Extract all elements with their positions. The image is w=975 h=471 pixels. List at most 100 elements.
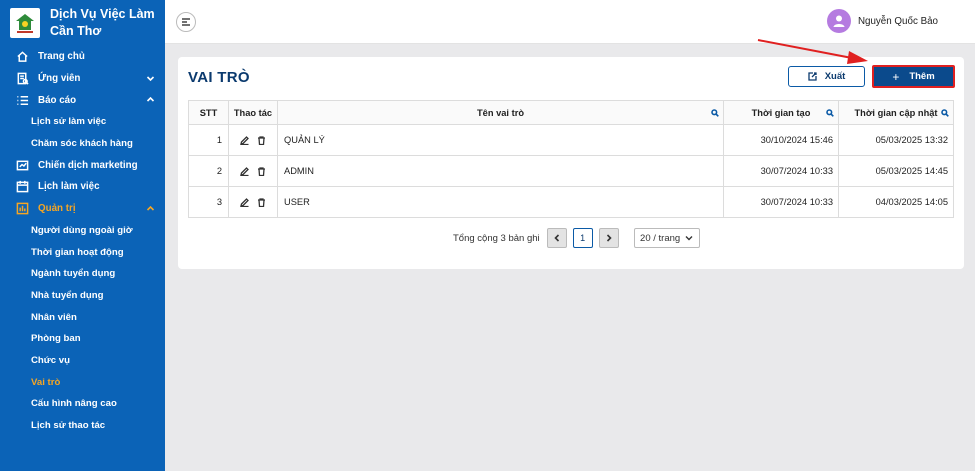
chevron-down-icon: [685, 236, 693, 241]
row-stt: 1: [188, 124, 229, 156]
column-header-label: Thời gian cập nhật: [854, 107, 938, 118]
user-icon: [833, 15, 845, 27]
row-name: QUẢN LÝ: [277, 124, 724, 156]
row-created: 30/10/2024 15:46: [723, 124, 839, 156]
sidebar-item-label: Chiến dịch marketing: [38, 159, 138, 171]
avatar: [826, 9, 851, 33]
column-header-actions: Thao tác: [228, 100, 278, 125]
menu-toggle-button[interactable]: [176, 12, 196, 32]
sidebar-item-label: Trang chủ: [38, 51, 85, 63]
chevron-up-icon: [146, 204, 155, 213]
sidebar-item-label: Báo cáo: [38, 94, 77, 106]
brand-name: Dịch Vụ Việc Làm Cần Thơ: [50, 6, 155, 40]
sidebar-subitem-employers[interactable]: Nhà tuyển dụng: [0, 285, 165, 307]
row-created: 30/07/2024 10:33: [723, 155, 839, 187]
row-created: 30/07/2024 10:33: [723, 186, 839, 218]
chevron-right-icon: [606, 234, 612, 242]
edit-icon[interactable]: [240, 136, 249, 146]
column-header-label: Tên vai trò: [476, 107, 524, 118]
user-name: Nguyễn Quốc Bảo: [857, 15, 938, 27]
sidebar-subitem-operating-hours[interactable]: Thời gian hoạt động: [0, 241, 165, 263]
table-row: 3 USER 30/07/2024 10:33 04/03/2025 14:05: [188, 186, 954, 218]
brand-name-line1: Dịch Vụ Việc Làm: [50, 7, 155, 21]
pagination-total: Tổng cộng 3 bản ghi: [453, 232, 540, 244]
sidebar-nav: Trang chủ Ứng viên Báo cáo Lịch sử làm v…: [0, 46, 165, 436]
row-stt: 2: [188, 155, 229, 187]
delete-icon[interactable]: [257, 136, 266, 146]
column-header-label: Thời gian tạo: [751, 107, 811, 118]
row-updated: 05/03/2025 14:45: [838, 155, 954, 187]
sidebar-item-marketing[interactable]: Chiến dịch marketing: [0, 154, 165, 176]
page-title: VAI TRÒ: [188, 69, 250, 86]
row-stt: 3: [188, 186, 229, 218]
edit-icon[interactable]: [240, 167, 249, 177]
column-header-created[interactable]: Thời gian tạo: [723, 100, 839, 125]
column-header-name[interactable]: Tên vai trò: [277, 100, 724, 125]
add-button[interactable]: + Thêm: [872, 65, 955, 88]
roles-table: STT Thao tác Tên vai trò Thời gian tạo T…: [188, 100, 954, 218]
brand[interactable]: Dịch Vụ Việc Làm Cần Thơ: [0, 0, 165, 44]
sidebar-subitem-positions[interactable]: Chức vụ: [0, 350, 165, 372]
sidebar-item-reports[interactable]: Báo cáo: [0, 89, 165, 111]
sidebar-subitem-action-history[interactable]: Lịch sử thao tác: [0, 415, 165, 437]
row-actions: [228, 124, 278, 156]
column-header-stt: STT: [188, 100, 229, 125]
delete-icon[interactable]: [257, 167, 266, 177]
sidebar-subitem-overtime-users[interactable]: Người dùng ngoài giờ: [0, 220, 165, 242]
top-header: Nguyễn Quốc Bảo: [165, 0, 975, 44]
column-header-updated[interactable]: Thời gian cập nhật: [838, 100, 954, 125]
sidebar-item-label: Lịch làm việc: [38, 181, 100, 193]
table-row: 2 ADMIN 30/07/2024 10:33 05/03/2025 14:4…: [188, 155, 954, 187]
roles-card: VAI TRÒ Xuất + Thêm STT Thao tác Tên vai…: [178, 57, 964, 269]
chevron-left-icon: [553, 234, 559, 242]
sidebar-subitem-work-history[interactable]: Lịch sử làm việc: [0, 111, 165, 133]
row-actions: [228, 186, 278, 218]
calendar-icon: [15, 180, 29, 194]
brand-name-line2: Cần Thơ: [50, 24, 102, 38]
menu-icon: [182, 18, 190, 26]
sidebar-subitem-roles[interactable]: Vai trò: [0, 371, 165, 393]
sidebar-subitem-customer-care[interactable]: Chăm sóc khách hàng: [0, 133, 165, 155]
row-actions: [228, 155, 278, 187]
sidebar-item-admin[interactable]: Quản trị: [0, 198, 165, 220]
export-button[interactable]: Xuất: [788, 66, 865, 87]
table-header-row: STT Thao tác Tên vai trò Thời gian tạo T…: [188, 100, 954, 125]
list-icon: [15, 93, 29, 107]
search-icon[interactable]: [826, 109, 834, 117]
row-updated: 05/03/2025 13:32: [838, 124, 954, 156]
row-name: USER: [277, 186, 724, 218]
marketing-icon: [15, 158, 29, 172]
sidebar-item-schedule[interactable]: Lịch làm việc: [0, 176, 165, 198]
sidebar-item-home[interactable]: Trang chủ: [0, 46, 165, 68]
sidebar-subitem-advanced-config[interactable]: Cấu hình nâng cao: [0, 393, 165, 415]
sidebar-item-label: Ứng viên: [38, 73, 81, 85]
chevron-down-icon: [146, 74, 155, 83]
sidebar-subitem-departments[interactable]: Phòng ban: [0, 328, 165, 350]
table-row: 1 QUẢN LÝ 30/10/2024 15:46 05/03/2025 13…: [188, 124, 954, 156]
logo: [10, 8, 40, 38]
chevron-up-icon: [146, 95, 155, 104]
sidebar-subitem-industries[interactable]: Ngành tuyển dụng: [0, 263, 165, 285]
next-page-button[interactable]: [598, 228, 619, 248]
add-label: Thêm: [909, 71, 935, 82]
sidebar: Dịch Vụ Việc Làm Cần Thơ Trang chủ Ứng v…: [0, 0, 165, 471]
user-menu[interactable]: Nguyễn Quốc Bảo: [826, 9, 938, 33]
pagination: Tổng cộng 3 bản ghi 1 20 / trang: [453, 228, 700, 248]
page-number-button[interactable]: 1: [572, 228, 593, 248]
sidebar-item-candidates[interactable]: Ứng viên: [0, 68, 165, 90]
edit-icon[interactable]: [240, 198, 249, 208]
home-icon: [15, 50, 29, 64]
search-icon[interactable]: [941, 109, 949, 117]
export-icon: [808, 72, 817, 81]
candidate-icon: [15, 72, 29, 86]
row-updated: 04/03/2025 14:05: [838, 186, 954, 218]
plus-icon: +: [892, 69, 900, 84]
row-name: ADMIN: [277, 155, 724, 187]
prev-page-button[interactable]: [546, 228, 567, 248]
sidebar-item-label: Quản trị: [38, 203, 76, 215]
admin-icon: [15, 202, 29, 216]
delete-icon[interactable]: [257, 198, 266, 208]
search-icon[interactable]: [711, 109, 719, 117]
sidebar-subitem-staff[interactable]: Nhân viên: [0, 306, 165, 328]
page-size-select[interactable]: 20 / trang: [633, 228, 700, 248]
